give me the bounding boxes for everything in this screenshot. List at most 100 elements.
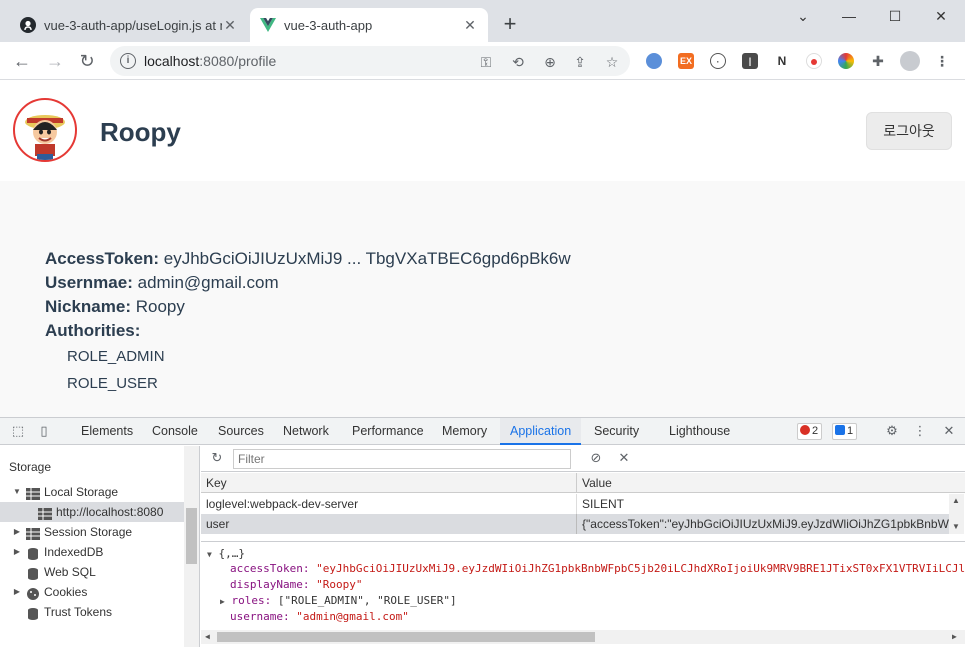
table-grid-icon (26, 486, 40, 500)
maximize-button[interactable]: ☐ (885, 6, 905, 26)
tab-application[interactable]: Application (500, 418, 582, 445)
clear-all-icon[interactable]: ⊘ (588, 450, 604, 466)
sidebar-item-trust-tokens[interactable]: Trust Tokens (0, 602, 184, 622)
close-tab-icon[interactable]: ✕ (222, 17, 238, 33)
logout-button[interactable]: 로그아웃 (866, 112, 952, 150)
column-header-key[interactable]: Key (201, 473, 577, 493)
message-count: 1 (847, 425, 854, 437)
tab-vue-app[interactable]: vue-3-auth-app ✕ (250, 8, 488, 42)
tab-github[interactable]: vue-3-auth-app/useLogin.js at m ✕ (10, 8, 248, 42)
extension-color-icon[interactable] (838, 53, 854, 69)
url-text[interactable]: localhost:8080/profile (144, 53, 276, 69)
column-header-value[interactable]: Value (577, 473, 965, 493)
key-icon[interactable]: ⚿ (478, 54, 494, 70)
sidebar-item-label: Trust Tokens (44, 605, 113, 619)
tab-elements[interactable]: Elements (81, 418, 133, 445)
close-devtools-icon[interactable]: ✕ (941, 423, 957, 439)
scroll-left-icon[interactable]: ◀ (205, 632, 210, 641)
settings-gear-icon[interactable]: ⚙ (884, 423, 900, 439)
menu-kebab-icon[interactable]: ⋮ (934, 53, 950, 69)
expand-arrow-icon[interactable]: ▶ (12, 542, 22, 562)
back-icon[interactable]: ← (11, 50, 33, 72)
table-cell-key[interactable]: user (201, 514, 577, 534)
nickname-value: Roopy (135, 297, 185, 316)
sidebar-item-session-storage[interactable]: ▶ Session Storage (0, 522, 184, 542)
sidebar-item-cookies[interactable]: ▶ Cookies (0, 582, 184, 602)
refresh-icon[interactable]: ↻ (209, 450, 225, 466)
message-count-badge[interactable]: 1 (832, 423, 858, 440)
expand-arrow-icon[interactable]: ▶ (12, 582, 22, 602)
extension-n-icon[interactable]: N (774, 53, 790, 69)
translate-icon[interactable]: ⟲ (510, 54, 526, 70)
minimize-button[interactable]: — (839, 6, 859, 26)
storage-main: ↻ ⊘ ✕ Key Value loglevel:webpack-dev-ser… (201, 446, 965, 647)
table-cell-value[interactable]: SILENT (577, 494, 949, 514)
extension-record-icon[interactable] (806, 53, 822, 69)
tab-console[interactable]: Console (152, 418, 198, 445)
tab-title: vue-3-auth-app (284, 17, 373, 33)
collapse-arrow-icon[interactable]: ▼ (207, 550, 212, 559)
username-line: Usernmae: admin@gmail.com (45, 273, 279, 293)
preview-scroll-thumb[interactable] (217, 632, 595, 642)
tab-security[interactable]: Security (594, 418, 639, 445)
role-item: ROLE_ADMIN (67, 348, 165, 365)
tab-sources[interactable]: Sources (218, 418, 264, 445)
error-icon (800, 425, 810, 435)
github-icon (20, 17, 36, 33)
reload-icon[interactable]: ↻ (76, 50, 98, 72)
inspect-element-icon[interactable]: ⬚ (10, 423, 26, 439)
profile-header: Roopy 로그아웃 (0, 81, 965, 181)
sidebar-scroll-thumb[interactable] (186, 508, 197, 564)
tab-search-icon[interactable]: ⌄ (793, 6, 813, 26)
profile-avatar-icon[interactable] (900, 51, 920, 71)
new-tab-button[interactable]: + (500, 13, 520, 35)
preview-h-scrollbar[interactable]: ◀ ▶ (201, 630, 965, 644)
expand-arrow-icon[interactable]: ▶ (220, 597, 225, 606)
forward-icon[interactable]: → (44, 50, 66, 72)
extensions-puzzle-icon[interactable]: ✚ (870, 53, 886, 69)
page-content: Roopy 로그아웃 AccessToken: eyJhbGciOiJIUzUx… (0, 81, 965, 417)
filter-input[interactable] (233, 449, 571, 469)
sidebar-item-label: Cookies (44, 585, 88, 599)
preview-roles[interactable]: ▶ roles: ["ROLE_ADMIN", "ROLE_USER"] (220, 594, 457, 607)
sidebar-item-indexeddb[interactable]: ▶ IndexedDB (0, 542, 184, 562)
close-tab-icon[interactable]: ✕ (462, 17, 478, 33)
table-cell-value[interactable]: {"accessToken":"eyJhbGciOiJIUzUxMiJ9.eyJ… (577, 514, 949, 534)
delete-selected-icon[interactable]: ✕ (616, 450, 632, 466)
extension-ex-icon[interactable]: EX (678, 53, 694, 69)
extension-bar-icon[interactable]: | (742, 53, 758, 69)
devtools-menu-icon[interactable]: ⋮ (912, 423, 928, 439)
site-info-icon[interactable]: i (120, 53, 136, 69)
scroll-right-icon[interactable]: ▶ (952, 632, 957, 641)
close-window-button[interactable]: ✕ (931, 6, 951, 26)
expand-arrow-icon[interactable]: ▶ (12, 522, 22, 542)
sidebar-item-label: Session Storage (44, 525, 133, 539)
expand-arrow-icon[interactable]: ▼ (12, 482, 22, 502)
tab-title: vue-3-auth-app/useLogin.js at m (44, 17, 222, 33)
zoom-icon[interactable]: ⊕ (542, 54, 558, 70)
device-toolbar-icon[interactable]: ▯ (36, 423, 52, 439)
scroll-up-icon[interactable]: ▲ (952, 496, 960, 505)
sidebar-item-label: IndexedDB (44, 545, 104, 559)
bookmark-star-icon[interactable]: ☆ (604, 54, 620, 70)
tab-lighthouse[interactable]: Lighthouse (669, 418, 730, 445)
sidebar-item-web-sql[interactable]: Web SQL (0, 562, 184, 582)
extension-icon[interactable] (646, 53, 662, 69)
table-grid-icon (26, 526, 40, 540)
sidebar-item-localhost[interactable]: http://localhost:8080 (0, 502, 184, 522)
table-scrollbar[interactable]: ▲ ▼ (949, 494, 964, 534)
scroll-down-icon[interactable]: ▼ (952, 522, 960, 531)
sidebar-item-local-storage[interactable]: ▼ Local Storage (0, 482, 184, 502)
address-bar[interactable]: i localhost:8080/profile ⚿ ⟲ ⊕ ⇪ ☆ (110, 46, 630, 76)
extension-code-icon[interactable]: · (710, 53, 726, 69)
access-token-label: AccessToken: (45, 249, 160, 268)
cookie-icon (26, 586, 40, 600)
share-icon[interactable]: ⇪ (572, 54, 588, 70)
tab-memory[interactable]: Memory (442, 418, 487, 445)
preview-root[interactable]: ▼ {,…} (207, 547, 245, 560)
error-count-badge[interactable]: 2 (797, 423, 823, 440)
tab-network[interactable]: Network (283, 418, 329, 445)
tab-performance[interactable]: Performance (352, 418, 424, 445)
role-item: ROLE_USER (67, 375, 158, 392)
table-cell-key[interactable]: loglevel:webpack-dev-server (201, 494, 577, 514)
